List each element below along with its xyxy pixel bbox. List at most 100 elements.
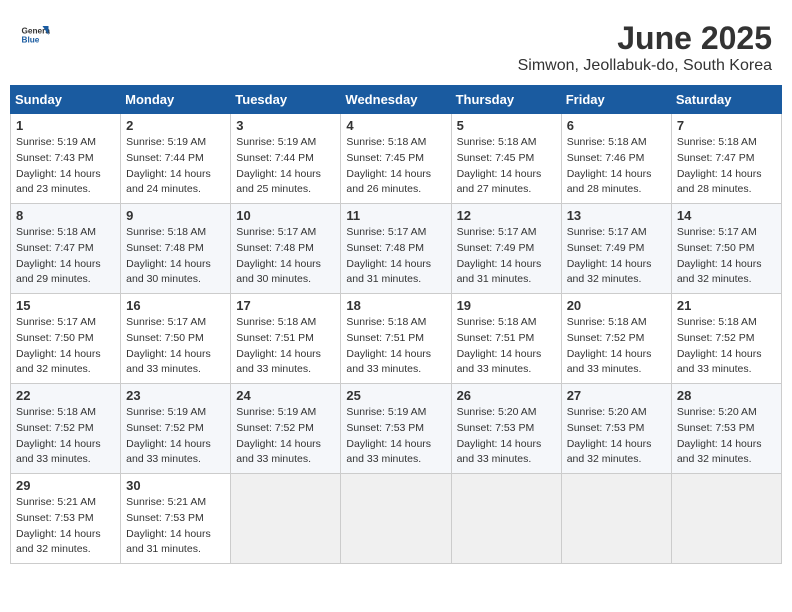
calendar-week-row: 15 Sunrise: 5:17 AMSunset: 7:50 PMDayligh…: [11, 294, 782, 384]
day-number: 17: [236, 298, 335, 313]
day-info: Sunrise: 5:17 AMSunset: 7:49 PMDaylight:…: [457, 225, 556, 288]
day-info: Sunrise: 5:18 AMSunset: 7:46 PMDaylight:…: [567, 135, 666, 198]
day-info: Sunrise: 5:20 AMSunset: 7:53 PMDaylight:…: [457, 405, 556, 468]
calendar-cell: 28 Sunrise: 5:20 AMSunset: 7:53 PMDayligh…: [671, 384, 781, 474]
day-info: Sunrise: 5:19 AMSunset: 7:53 PMDaylight:…: [346, 405, 445, 468]
day-of-week-header: Wednesday: [341, 86, 451, 114]
day-info: Sunrise: 5:20 AMSunset: 7:53 PMDaylight:…: [567, 405, 666, 468]
day-info: Sunrise: 5:18 AMSunset: 7:51 PMDaylight:…: [236, 315, 335, 378]
day-number: 28: [677, 388, 776, 403]
calendar-cell: 8 Sunrise: 5:18 AMSunset: 7:47 PMDaylight…: [11, 204, 121, 294]
calendar-cell: 17 Sunrise: 5:18 AMSunset: 7:51 PMDayligh…: [231, 294, 341, 384]
day-number: 7: [677, 118, 776, 133]
day-info: Sunrise: 5:19 AMSunset: 7:44 PMDaylight:…: [126, 135, 225, 198]
day-info: Sunrise: 5:19 AMSunset: 7:44 PMDaylight:…: [236, 135, 335, 198]
day-number: 8: [16, 208, 115, 223]
day-number: 15: [16, 298, 115, 313]
day-number: 30: [126, 478, 225, 493]
svg-text:Blue: Blue: [22, 36, 40, 45]
day-number: 3: [236, 118, 335, 133]
logo-icon: General Blue: [20, 20, 50, 50]
day-number: 18: [346, 298, 445, 313]
calendar-cell: 6 Sunrise: 5:18 AMSunset: 7:46 PMDaylight…: [561, 114, 671, 204]
day-info: Sunrise: 5:17 AMSunset: 7:50 PMDaylight:…: [126, 315, 225, 378]
calendar-cell: 3 Sunrise: 5:19 AMSunset: 7:44 PMDaylight…: [231, 114, 341, 204]
calendar-cell: 14 Sunrise: 5:17 AMSunset: 7:50 PMDayligh…: [671, 204, 781, 294]
day-of-week-header: Sunday: [11, 86, 121, 114]
day-of-week-header: Tuesday: [231, 86, 341, 114]
day-number: 1: [16, 118, 115, 133]
day-number: 22: [16, 388, 115, 403]
calendar-cell: 15 Sunrise: 5:17 AMSunset: 7:50 PMDayligh…: [11, 294, 121, 384]
day-number: 13: [567, 208, 666, 223]
day-number: 9: [126, 208, 225, 223]
calendar-cell: 7 Sunrise: 5:18 AMSunset: 7:47 PMDaylight…: [671, 114, 781, 204]
calendar-cell: 20 Sunrise: 5:18 AMSunset: 7:52 PMDayligh…: [561, 294, 671, 384]
calendar-cell: [561, 474, 671, 564]
calendar-week-row: 29 Sunrise: 5:21 AMSunset: 7:53 PMDayligh…: [11, 474, 782, 564]
calendar-cell: 30 Sunrise: 5:21 AMSunset: 7:53 PMDayligh…: [121, 474, 231, 564]
day-number: 16: [126, 298, 225, 313]
calendar-cell: 18 Sunrise: 5:18 AMSunset: 7:51 PMDayligh…: [341, 294, 451, 384]
day-info: Sunrise: 5:17 AMSunset: 7:50 PMDaylight:…: [677, 225, 776, 288]
calendar-cell: 12 Sunrise: 5:17 AMSunset: 7:49 PMDayligh…: [451, 204, 561, 294]
day-info: Sunrise: 5:18 AMSunset: 7:51 PMDaylight:…: [346, 315, 445, 378]
day-number: 2: [126, 118, 225, 133]
day-info: Sunrise: 5:18 AMSunset: 7:51 PMDaylight:…: [457, 315, 556, 378]
day-number: 23: [126, 388, 225, 403]
calendar-cell: 27 Sunrise: 5:20 AMSunset: 7:53 PMDayligh…: [561, 384, 671, 474]
calendar-cell: 26 Sunrise: 5:20 AMSunset: 7:53 PMDayligh…: [451, 384, 561, 474]
calendar-cell: [231, 474, 341, 564]
page-header: General Blue June 2025 Simwon, Jeollabuk…: [10, 10, 782, 80]
calendar-cell: [451, 474, 561, 564]
day-number: 4: [346, 118, 445, 133]
calendar-cell: 23Sunrise: 5:19 AMSunset: 7:52 PMDayligh…: [121, 384, 231, 474]
day-info: Sunrise: 5:17 AMSunset: 7:48 PMDaylight:…: [346, 225, 445, 288]
calendar-cell: 10Sunrise: 5:17 AMSunset: 7:48 PMDayligh…: [231, 204, 341, 294]
day-number: 20: [567, 298, 666, 313]
calendar-cell: 22Sunrise: 5:18 AMSunset: 7:52 PMDayligh…: [11, 384, 121, 474]
day-number: 27: [567, 388, 666, 403]
day-of-week-header: Saturday: [671, 86, 781, 114]
calendar-cell: 21 Sunrise: 5:18 AMSunset: 7:52 PMDayligh…: [671, 294, 781, 384]
day-info: Sunrise: 5:18 AMSunset: 7:47 PMDaylight:…: [16, 225, 115, 288]
day-info: Sunrise: 5:19 AMSunset: 7:43 PMDaylight:…: [16, 135, 115, 198]
day-number: 10: [236, 208, 335, 223]
calendar-table: SundayMondayTuesdayWednesdayThursdayFrid…: [10, 85, 782, 564]
calendar-cell: 1 Sunrise: 5:19 AMSunset: 7:43 PMDaylight…: [11, 114, 121, 204]
day-info: Sunrise: 5:21 AMSunset: 7:53 PMDaylight:…: [16, 495, 115, 558]
day-of-week-header: Thursday: [451, 86, 561, 114]
logo: General Blue: [20, 20, 50, 50]
day-number: 21: [677, 298, 776, 313]
day-number: 19: [457, 298, 556, 313]
day-number: 24: [236, 388, 335, 403]
day-number: 14: [677, 208, 776, 223]
day-number: 26: [457, 388, 556, 403]
calendar-cell: 4 Sunrise: 5:18 AMSunset: 7:45 PMDaylight…: [341, 114, 451, 204]
day-number: 12: [457, 208, 556, 223]
day-info: Sunrise: 5:18 AMSunset: 7:47 PMDaylight:…: [677, 135, 776, 198]
title-block: June 2025 Simwon, Jeollabuk-do, South Ko…: [518, 20, 772, 75]
day-info: Sunrise: 5:20 AMSunset: 7:53 PMDaylight:…: [677, 405, 776, 468]
day-info: Sunrise: 5:18 AMSunset: 7:45 PMDaylight:…: [346, 135, 445, 198]
day-info: Sunrise: 5:18 AMSunset: 7:52 PMDaylight:…: [677, 315, 776, 378]
day-of-week-header: Monday: [121, 86, 231, 114]
calendar-cell: [341, 474, 451, 564]
calendar-cell: 5Sunrise: 5:18 AMSunset: 7:45 PMDaylight…: [451, 114, 561, 204]
calendar-title: June 2025: [518, 20, 772, 57]
day-number: 6: [567, 118, 666, 133]
calendar-week-row: 1 Sunrise: 5:19 AMSunset: 7:43 PMDaylight…: [11, 114, 782, 204]
day-info: Sunrise: 5:18 AMSunset: 7:52 PMDaylight:…: [567, 315, 666, 378]
calendar-cell: 11 Sunrise: 5:17 AMSunset: 7:48 PMDayligh…: [341, 204, 451, 294]
calendar-week-row: 22Sunrise: 5:18 AMSunset: 7:52 PMDayligh…: [11, 384, 782, 474]
calendar-cell: 2 Sunrise: 5:19 AMSunset: 7:44 PMDaylight…: [121, 114, 231, 204]
day-of-week-header: Friday: [561, 86, 671, 114]
calendar-cell: 13Sunrise: 5:17 AMSunset: 7:49 PMDayligh…: [561, 204, 671, 294]
day-info: Sunrise: 5:21 AMSunset: 7:53 PMDaylight:…: [126, 495, 225, 558]
calendar-cell: 19 Sunrise: 5:18 AMSunset: 7:51 PMDayligh…: [451, 294, 561, 384]
calendar-cell: 24Sunrise: 5:19 AMSunset: 7:52 PMDayligh…: [231, 384, 341, 474]
day-number: 11: [346, 208, 445, 223]
day-number: 29: [16, 478, 115, 493]
day-info: Sunrise: 5:17 AMSunset: 7:50 PMDaylight:…: [16, 315, 115, 378]
calendar-cell: 25Sunrise: 5:19 AMSunset: 7:53 PMDayligh…: [341, 384, 451, 474]
